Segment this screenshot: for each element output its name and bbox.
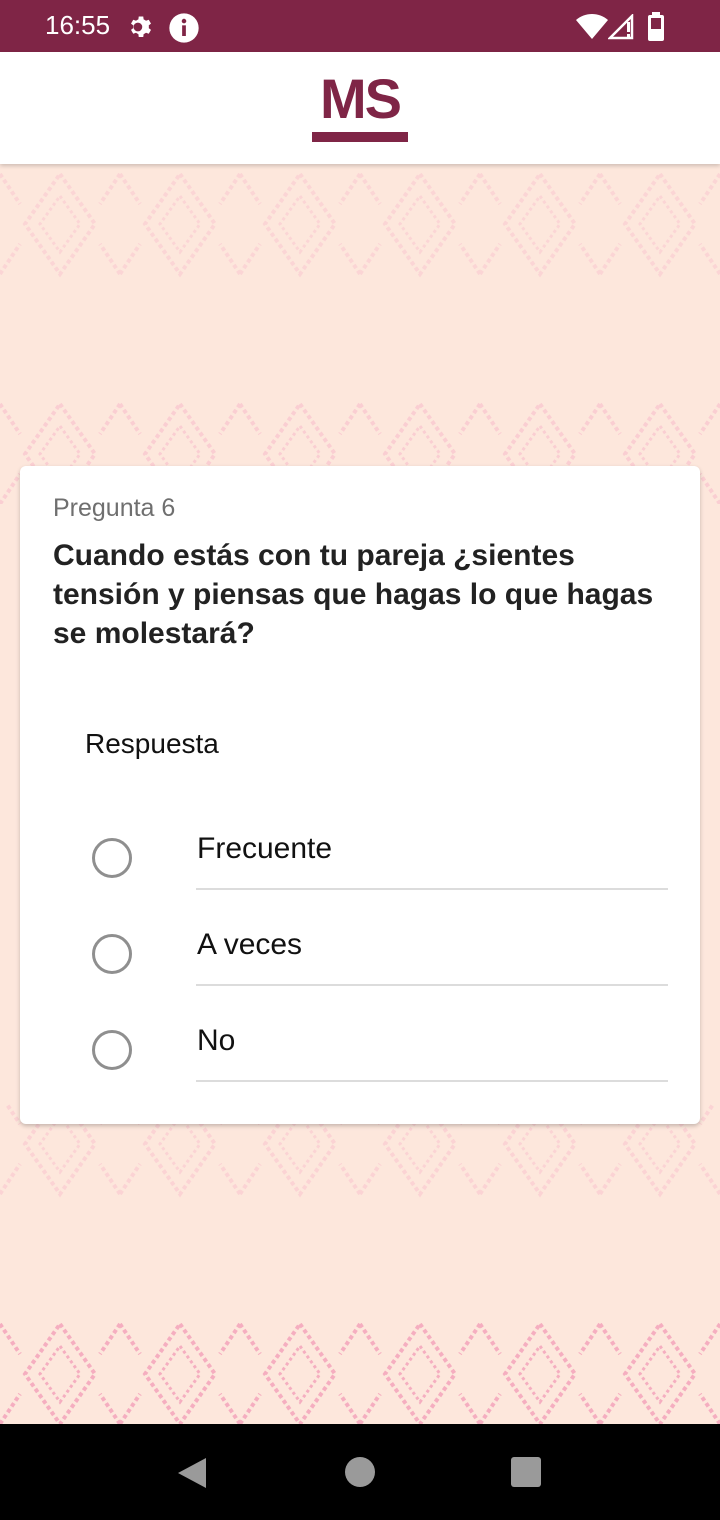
option-label: Frecuente (197, 832, 333, 865)
option-label: A veces (197, 928, 303, 961)
logo-underline (312, 132, 408, 142)
radio-button[interactable] (92, 1030, 132, 1070)
info-icon (168, 12, 200, 48)
answer-label: Respuesta (85, 728, 219, 759)
battery-icon (646, 12, 666, 46)
app-header: MS (0, 52, 720, 164)
logo-text: MS (320, 67, 402, 130)
option-divider (196, 888, 668, 890)
status-bar: 16:55 (0, 0, 720, 52)
status-time: 16:55 (45, 10, 111, 40)
option-divider (196, 984, 668, 986)
back-icon[interactable] (176, 1456, 208, 1494)
question-text: Cuando estás con tu pareja ¿sientes tens… (53, 539, 654, 650)
question-card: Pregunta 6 Cuando estás con tu pareja ¿s… (20, 466, 700, 1124)
option-a-veces[interactable]: A veces (20, 916, 700, 1012)
gear-icon (126, 12, 156, 46)
question-number: Pregunta 6 (53, 494, 176, 522)
option-no[interactable]: No (20, 1012, 700, 1108)
option-divider (196, 1080, 668, 1082)
wifi-icon (576, 14, 608, 44)
navigation-bar (0, 1424, 720, 1520)
option-label: No (197, 1024, 236, 1057)
home-icon[interactable] (345, 1457, 375, 1487)
signal-icon (606, 12, 636, 44)
recents-icon[interactable] (511, 1457, 541, 1487)
radio-button[interactable] (92, 838, 132, 878)
radio-button[interactable] (92, 934, 132, 974)
ms-logo: MS (310, 67, 410, 146)
option-frecuente[interactable]: Frecuente (20, 820, 700, 916)
